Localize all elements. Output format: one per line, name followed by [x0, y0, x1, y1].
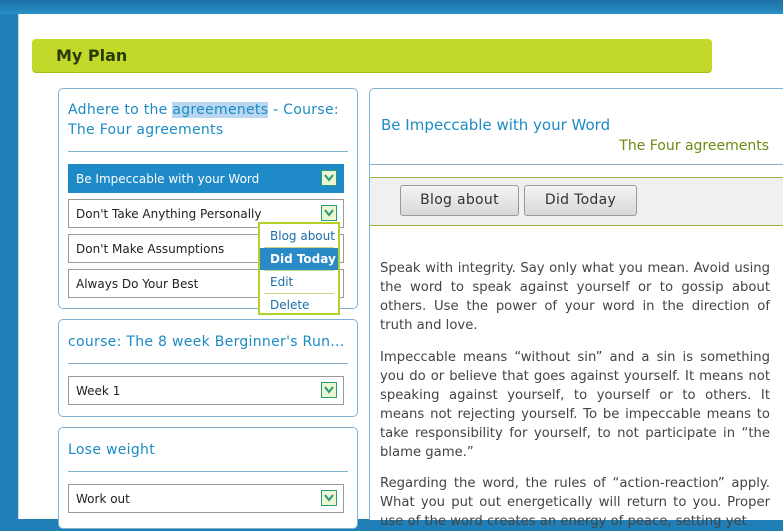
list-item[interactable]: Week 1 [68, 376, 344, 405]
detail-title: Be Impeccable with your Word [381, 116, 611, 134]
menu-item-did-today[interactable]: Did Today [260, 248, 338, 270]
menu-item-label: Blog about [270, 229, 335, 243]
list-item[interactable]: Be Impeccable with your Word [68, 164, 344, 193]
page-title: My Plan [56, 46, 128, 65]
plan-panel-running: course: The 8 week Berginner's Run... We… [58, 319, 358, 417]
top-banner [0, 0, 783, 14]
plan-panel-lose-weight: Lose weight Work out [58, 427, 358, 529]
divider [68, 151, 348, 152]
plan-title-text: Adhere to the [68, 102, 173, 118]
detail-panel: Be Impeccable with your Word The Four ag… [369, 88, 783, 529]
detail-paragraph: Impeccable means “without sin” and a sin… [380, 350, 770, 460]
divider [370, 177, 783, 178]
divider [370, 164, 783, 165]
menu-item-label: Edit [270, 275, 294, 289]
context-menu: Blog about Did Today Edit Delete [258, 222, 340, 315]
chevron-down-icon[interactable] [321, 205, 337, 221]
menu-item-blog-about[interactable]: Blog about [260, 225, 338, 247]
menu-item-delete[interactable]: Delete [260, 294, 338, 316]
menu-item-label: Did Today [270, 252, 336, 266]
detail-paragraph: Speak with integrity. Say only what you … [380, 261, 770, 333]
plan-title-highlight: agreemenets [172, 102, 269, 118]
chevron-down-icon[interactable] [321, 490, 337, 506]
divider [68, 363, 348, 364]
list-item-label: Always Do Your Best [76, 277, 199, 291]
chevron-down-icon[interactable] [321, 170, 337, 186]
menu-item-edit[interactable]: Edit [260, 271, 338, 293]
plan-title[interactable]: Adhere to the agreemenets - Course: [68, 100, 339, 120]
divider [68, 471, 348, 472]
page-header-bar: My Plan [32, 39, 712, 72]
chevron-down-icon[interactable] [321, 382, 337, 398]
plan-title[interactable]: Lose weight [68, 440, 155, 460]
list-item-label: Don't Make Assumptions [76, 242, 225, 256]
list-item-label: Be Impeccable with your Word [76, 172, 260, 186]
list-item[interactable]: Work out [68, 484, 344, 513]
divider [370, 225, 783, 226]
list-item-label: Work out [76, 492, 130, 506]
list-item-label: Week 1 [76, 384, 121, 398]
detail-toolbar: Blog about Did Today [370, 177, 783, 225]
detail-course[interactable]: The Four agreements [619, 138, 769, 154]
plan-title[interactable]: course: The 8 week Berginner's Run... [68, 332, 353, 352]
plan-subtitle[interactable]: The Four agreements [68, 120, 223, 140]
blog-about-button[interactable]: Blog about [400, 185, 519, 216]
plan-title-text-end: - Course: [268, 102, 339, 118]
menu-item-label: Delete [270, 298, 310, 312]
did-today-button[interactable]: Did Today [524, 185, 637, 216]
detail-paragraph: Regarding the word, the rules of “action… [380, 476, 770, 529]
list-item-label: Don't Take Anything Personally [76, 207, 262, 221]
